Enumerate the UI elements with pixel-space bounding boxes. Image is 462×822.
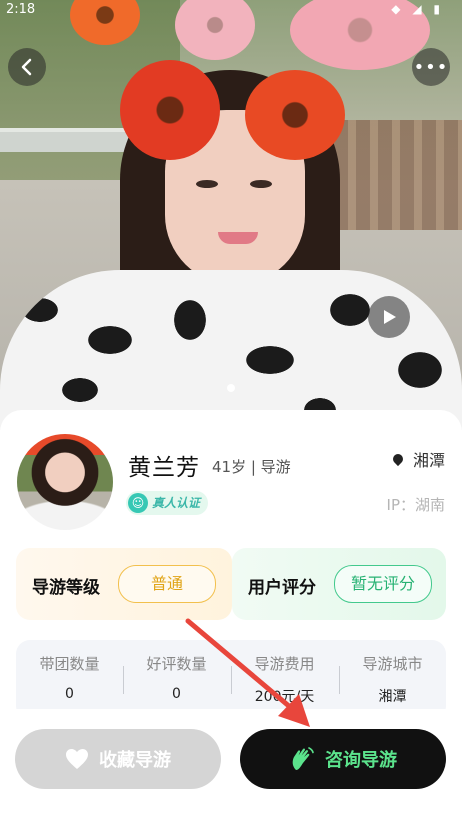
consult-guide-button[interactable]: 咨询导游 (240, 729, 446, 789)
user-rating-label: 用户评分 (248, 578, 316, 598)
user-rating-panel: 用户评分 暂无评分 (232, 548, 446, 620)
stat-label: 导游城市 (362, 655, 423, 673)
hero-photo[interactable] (0, 0, 462, 430)
status-time: 2:18 (6, 2, 36, 17)
guide-level-badge: 普通 (118, 565, 216, 603)
carousel-indicator (227, 384, 235, 392)
avatar[interactable] (17, 434, 113, 530)
stat-label: 好评数量 (146, 655, 207, 673)
stat-value: 200元/天 (254, 689, 315, 705)
favorite-guide-button[interactable]: 收藏导游 (15, 729, 221, 789)
play-video-button[interactable] (368, 296, 410, 338)
location-label: 湘潭 (412, 451, 445, 470)
play-icon (384, 310, 396, 324)
photo-mouth (218, 232, 258, 244)
status-icons: ◆ ◢ ▮ (391, 2, 444, 16)
stat-guide-fee: 导游费用 200元/天 (231, 640, 338, 720)
back-button[interactable] (8, 48, 46, 86)
stats-panel: 带团数量 0 好评数量 0 导游费用 200元/天 导游城市 湘潭 (16, 640, 446, 720)
stat-value: 0 (65, 686, 74, 702)
guide-level-panel: 导游等级 普通 (16, 548, 232, 620)
heart-icon (65, 748, 89, 770)
flower-crown (120, 60, 220, 160)
stat-value: 湘潭 (378, 689, 407, 705)
flower-crown (245, 70, 345, 160)
user-rating-badge: 暂无评分 (334, 565, 432, 603)
more-button[interactable]: ••• (412, 48, 450, 86)
stat-guide-city: 导游城市 湘潭 (339, 640, 446, 720)
stat-label: 导游费用 (254, 655, 315, 673)
stat-good-reviews: 好评数量 0 (123, 640, 230, 720)
stat-tour-count: 带团数量 0 (16, 640, 123, 720)
photo-shirt (0, 270, 462, 430)
location: 湘潭 (390, 447, 445, 471)
verify-face-icon: ☺ (128, 493, 148, 513)
verify-badge: ☺ 真人认证 (126, 491, 209, 515)
stat-label: 带团数量 (39, 655, 100, 673)
consult-guide-label: 咨询导游 (325, 750, 397, 771)
more-icon: ••• (413, 56, 449, 78)
guide-level-label: 导游等级 (32, 578, 100, 598)
guide-name: 黄兰芳 (128, 455, 200, 481)
age-role: 41岁 | 导游 (212, 458, 291, 476)
flower-crown (175, 0, 255, 60)
location-pin-icon (390, 451, 406, 467)
photo-eye-left (196, 180, 218, 188)
waving-hand-icon (289, 746, 315, 772)
photo-eye-right (250, 180, 272, 188)
ip-location: IP：湖南 (386, 496, 445, 514)
back-arrow-icon (21, 58, 32, 76)
stat-value: 0 (172, 686, 181, 702)
verify-badge-label: 真人认证 (152, 496, 201, 510)
favorite-guide-label: 收藏导游 (99, 750, 171, 771)
